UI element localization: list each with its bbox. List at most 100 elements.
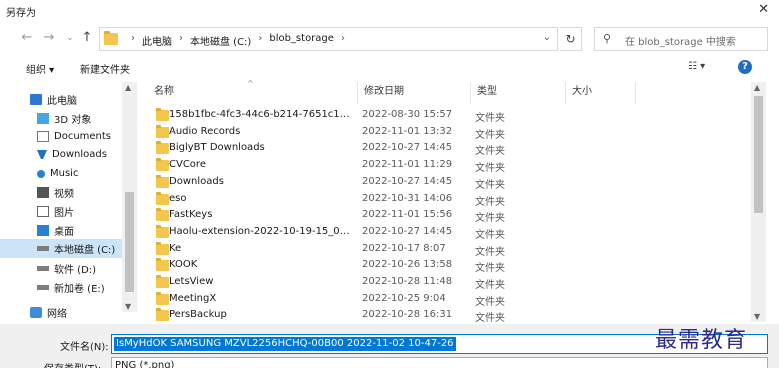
file-row[interactable]: 158b1fbc-4fc3-44c6-b214-7651c1a05... 2022… [148,107,750,124]
folder-icon [156,191,169,205]
sidebar-item[interactable]: Documents [0,127,122,146]
watermark-logo: 最需教育 [655,328,748,353]
drive-icon [37,266,49,271]
help-icon[interactable]: ? [738,60,752,74]
window-title: 另存为 [6,8,36,19]
file-date: 2022-10-27 14:45 [362,225,453,237]
sidebar-item[interactable]: 本地磁盘 (C:) [0,239,122,258]
organize-button[interactable]: 组织 ▾ [26,61,54,76]
refresh-icon[interactable]: ↻ [560,27,582,51]
sidebar-item-label: 图片 [54,208,74,219]
sidebar-item[interactable]: 网络 [0,303,122,322]
breadcrumb-separator-icon[interactable]: › [334,33,352,48]
download-arrow-icon [37,150,47,159]
file-name: 158b1fbc-4fc3-44c6-b214-7651c1a05... [169,109,355,120]
sidebar-item[interactable]: 视频 [0,183,122,202]
sidebar-item[interactable]: 桌面 [0,221,122,240]
folder-icon [156,141,169,155]
breadcrumb-item[interactable]: 此电脑 [142,33,172,48]
folder-icon [156,241,169,255]
folder-icon [156,124,169,138]
file-name: KOOK [169,259,198,271]
video-icon [37,187,49,198]
folder-icon [156,208,169,222]
file-date: 2022-11-01 11:29 [362,159,453,171]
sidebar-item[interactable]: 图片 [0,202,122,221]
forward-arrow-icon[interactable]: → [40,29,58,47]
column-header-name[interactable]: 名称 [148,82,358,104]
file-list-scrollbar[interactable]: ▲ ▼ [751,82,766,322]
search-placeholder: 在 blob_storage 中搜索 [625,37,736,48]
file-type: 文件夹 [475,246,505,258]
breadcrumb-item[interactable]: 本地磁盘 (C:) [190,33,251,48]
chevron-down-icon[interactable]: ⌄ [543,32,551,43]
title-bar: 另存为 ✕ [0,0,779,22]
scroll-thumb[interactable] [754,96,763,213]
column-header-size[interactable]: 大小 [566,82,636,104]
breadcrumb-separator-icon[interactable]: › [172,33,190,48]
file-type: 文件夹 [475,313,505,325]
sidebar-item-label: 3D 对象 [54,115,92,126]
sidebar-item[interactable]: 软件 (D:) [0,259,122,278]
file-type: 文件夹 [475,229,505,241]
up-arrow-icon[interactable]: ↑ [78,29,96,47]
sidebar-item-label: 视频 [54,189,74,200]
back-arrow-icon[interactable]: ← [18,29,36,47]
navigation-pane: 此电脑 3D 对象 Documents Downloads Music 视频图片桌面本地磁… [0,82,137,320]
file-row[interactable]: KOOK 2022-10-26 13:58 文件夹 [148,257,750,274]
file-row[interactable]: Haolu-extension-2022-10-19-15_08_59 2022-… [148,224,750,241]
picture-icon [37,206,49,217]
file-row[interactable]: FastKeys 2022-11-01 15:56 文件夹 [148,207,750,224]
scroll-up-icon[interactable]: ▲ [125,83,131,92]
filename-label: 文件名(N): [60,342,109,353]
file-row[interactable]: eso 2022-10-31 14:06 文件夹 [148,191,750,208]
sidebar-item[interactable]: Music [0,164,122,183]
filetype-select[interactable]: PNG (*.png) [111,357,768,368]
navigation-scrollbar[interactable]: ▲ ▼ [122,82,137,312]
file-row[interactable]: Ke 2022-10-17 8:07 文件夹 [148,241,750,258]
folder-icon [156,275,169,288]
address-bar[interactable]: › 此电脑 › 本地磁盘 (C:) › blob_storage › ⌄ [99,27,558,51]
file-row[interactable]: LetsView 2022-10-28 11:48 文件夹 [148,274,750,291]
file-row[interactable]: Downloads 2022-10-27 14:45 文件夹 [148,174,750,191]
file-type: 文件夹 [475,129,505,141]
file-name: MeetingX [169,292,217,304]
sidebar-item-label: 网络 [47,309,67,320]
new-folder-button[interactable]: 新建文件夹 [80,61,130,76]
sidebar-item[interactable]: Downloads [0,145,122,164]
folder-icon [156,258,169,272]
sidebar-item-label: 软件 (D:) [54,265,97,276]
file-date: 2022-11-01 15:56 [362,209,453,221]
recent-locations-chevron-icon[interactable]: ⌄ [61,29,79,47]
folder-icon [156,291,169,305]
sidebar-item[interactable]: 新加卷 (E:) [0,278,122,297]
sidebar-item-label: Music [50,168,79,179]
scroll-thumb[interactable] [125,192,134,292]
breadcrumb-separator-icon[interactable]: › [251,33,269,48]
scroll-down-icon[interactable]: ▼ [754,312,760,321]
cube-icon [37,113,49,124]
scroll-up-icon[interactable]: ▲ [754,83,760,92]
file-row[interactable]: MeetingX 2022-10-25 9:04 文件夹 [148,291,750,308]
column-header-type[interactable]: 类型 [471,82,566,104]
file-name: PersBackup [169,309,227,321]
column-header-date[interactable]: 修改日期 [358,82,471,104]
file-row[interactable]: BiglyBT Downloads 2022-10-27 14:45 文件夹 [148,140,750,157]
file-row[interactable]: Audio Records 2022-11-01 13:32 文件夹 [148,124,750,141]
folder-icon [104,31,118,45]
sidebar-item[interactable]: 3D 对象 [0,109,122,128]
filename-value[interactable]: IsMyHdOK SAMSUNG MZVL2256HCHQ-00B00 2022… [114,337,456,351]
scroll-down-icon[interactable]: ▼ [125,302,131,311]
breadcrumb-separator-icon[interactable]: › [124,33,142,48]
sidebar-item-label: Documents [54,131,112,142]
sidebar-item-label: 本地磁盘 (C:) [54,245,116,256]
breadcrumb-item[interactable]: blob_storage [269,33,334,48]
close-icon[interactable]: ✕ [758,2,769,17]
file-row[interactable]: CVCore 2022-11-01 11:29 文件夹 [148,157,750,174]
view-options-icon[interactable]: ☷ ▾ [688,61,705,72]
sidebar-item[interactable]: 此电脑 [0,90,122,109]
breadcrumb: › 此电脑 › 本地磁盘 (C:) › blob_storage › [124,33,352,48]
search-box[interactable]: ⚲ 在 blob_storage 中搜索 [594,27,768,51]
network-icon [30,307,42,318]
file-name: LetsView [169,276,214,287]
